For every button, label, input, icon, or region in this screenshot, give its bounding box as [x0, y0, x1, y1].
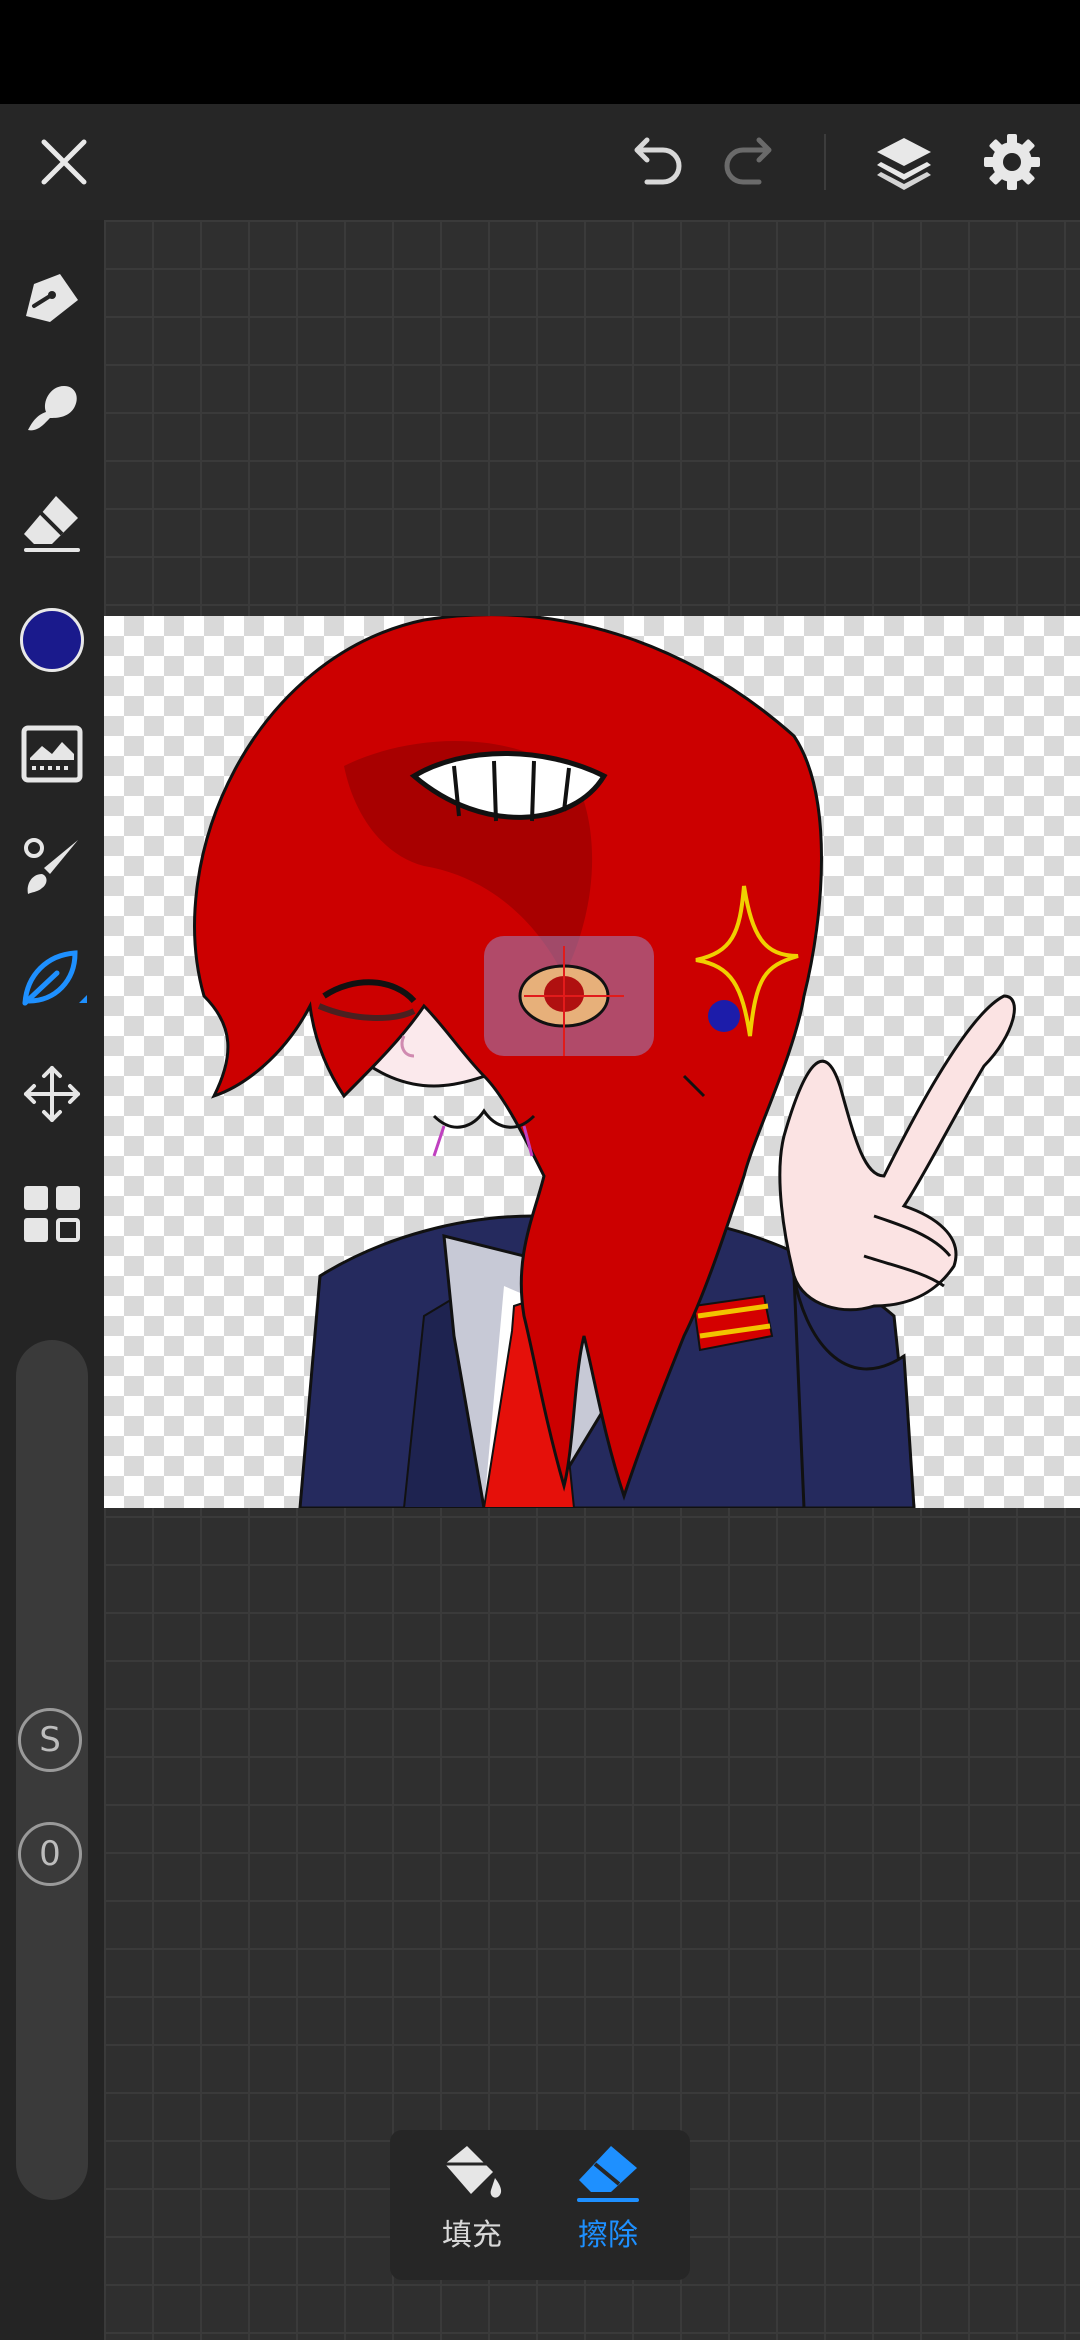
erase-option[interactable]: 擦除	[538, 2142, 678, 2272]
color-picker[interactable]	[12, 600, 92, 680]
smudge-tool[interactable]	[12, 370, 92, 450]
close-icon	[41, 139, 87, 185]
color-swatch	[20, 608, 84, 672]
smudge-icon	[28, 386, 77, 431]
grid-icon	[24, 1186, 80, 1242]
move-arrows-icon	[24, 1066, 80, 1122]
pen-icon	[26, 274, 78, 322]
undo-button[interactable]	[620, 126, 690, 196]
redo-button[interactable]	[716, 126, 786, 196]
gear-icon	[984, 134, 1040, 190]
artwork-illustration	[193, 616, 1016, 1508]
opacity-badge[interactable]: 0	[18, 1822, 82, 1886]
pen-tool[interactable]	[12, 258, 92, 338]
eraser-tool[interactable]	[12, 482, 92, 562]
layers-button[interactable]	[866, 124, 942, 200]
layers-icon	[877, 138, 931, 190]
tool-rail: S 0	[0, 220, 104, 2340]
fill-erase-popup: 填充 擦除	[390, 2130, 690, 2280]
toolbar-divider	[824, 134, 826, 190]
erase-label: 擦除	[578, 2218, 638, 2253]
lasso-leaf-icon	[22, 950, 87, 1006]
close-button[interactable]	[26, 124, 102, 200]
transform-tool[interactable]	[12, 1054, 92, 1134]
fill-label: 填充	[442, 2218, 502, 2253]
fill-option[interactable]: 填充	[402, 2142, 542, 2272]
artwork-canvas[interactable]	[104, 616, 1080, 1508]
eraser-icon	[24, 496, 80, 552]
brush-tool[interactable]	[12, 826, 92, 906]
redo-icon	[724, 137, 772, 185]
paint-bucket-icon	[441, 2146, 502, 2198]
adjust-tool[interactable]	[12, 714, 92, 794]
settings-button[interactable]	[974, 124, 1050, 200]
size-badge[interactable]: S	[18, 1708, 82, 1772]
lasso-fill-tool[interactable]	[12, 940, 92, 1020]
image-adjust-icon	[21, 725, 83, 783]
brush-icon	[24, 838, 78, 894]
undo-icon	[634, 137, 682, 185]
gallery-tool[interactable]	[12, 1174, 92, 1254]
top-toolbar	[0, 104, 1080, 220]
status-bar	[0, 0, 1080, 104]
eraser-icon	[577, 2146, 639, 2202]
